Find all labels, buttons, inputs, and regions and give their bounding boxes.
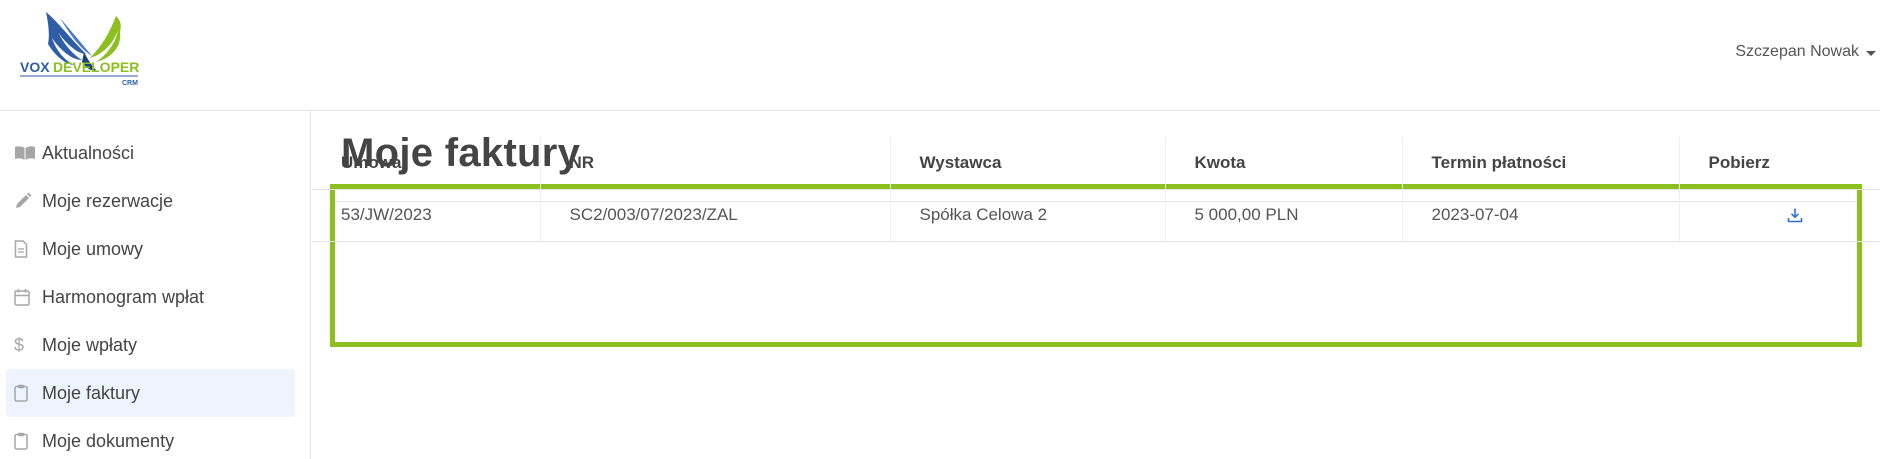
calendar-icon <box>14 286 42 308</box>
cell-kwota: 5 000,00 PLN <box>1165 189 1403 242</box>
sidebar-item-label: Moje umowy <box>42 238 144 259</box>
sidebar-item-moje-rezerwacje[interactable]: Moje rezerwacje <box>6 177 295 225</box>
pencil-icon <box>14 190 42 212</box>
sidebar-item-aktualnosci[interactable]: Aktualności <box>6 129 295 177</box>
column-header-umowa[interactable]: Umowa <box>312 137 541 190</box>
invoices-table: Umowa NR Wystawca Kwota Termin płatności… <box>312 137 1880 242</box>
sidebar-item-label: Aktualności <box>42 142 135 163</box>
column-header-termin[interactable]: Termin płatności <box>1402 137 1680 190</box>
svg-text:$: $ <box>14 335 24 355</box>
logo-text-developer: DEVELOPER <box>53 59 139 75</box>
sidebar-item-label: Harmonogram wpłat <box>42 286 205 307</box>
sidebar: Aktualności Moje rezerwacje Moje umowy H… <box>0 111 311 459</box>
top-bar: VOX DEVELOPER CRM Szczepan Nowak <box>0 0 1880 111</box>
user-menu[interactable]: Szczepan Nowak <box>1735 42 1880 62</box>
book-open-icon <box>14 142 42 164</box>
table-row: 53/JW/2023 SC2/003/07/2023/ZAL Spółka Ce… <box>312 189 1880 242</box>
column-header-kwota[interactable]: Kwota <box>1165 137 1403 190</box>
sidebar-item-label: Moje dokumenty <box>42 430 175 451</box>
sidebar-item-label: Moje rezerwacje <box>42 190 174 211</box>
column-header-nr[interactable]: NR <box>540 137 891 190</box>
sidebar-item-moje-umowy[interactable]: Moje umowy <box>6 225 295 273</box>
sidebar-item-label: Moje wpłaty <box>42 334 138 355</box>
sidebar-item-harmonogram-wplat[interactable]: Harmonogram wpłat <box>6 273 295 321</box>
voxdeveloper-logo[interactable]: VOX DEVELOPER CRM <box>20 10 170 96</box>
table-header-row: Umowa NR Wystawca Kwota Termin płatności… <box>312 137 1880 190</box>
clipboard-icon <box>14 430 42 452</box>
caret-down-icon <box>1866 50 1876 56</box>
sidebar-item-moje-faktury[interactable]: Moje faktury <box>6 369 295 417</box>
clipboard-icon <box>14 382 42 404</box>
logo-graphic: VOX DEVELOPER CRM <box>20 12 139 87</box>
cell-termin: 2023-07-04 <box>1402 189 1680 242</box>
cell-pobierz <box>1679 189 1880 242</box>
cell-nr: SC2/003/07/2023/ZAL <box>540 189 891 242</box>
cell-umowa: 53/JW/2023 <box>312 189 541 242</box>
download-icon[interactable] <box>1783 203 1807 227</box>
column-header-pobierz: Pobierz <box>1679 137 1880 190</box>
main-content: Moje faktury Umowa NR Wystawca Kwota Ter… <box>312 111 1880 459</box>
document-icon <box>14 238 42 260</box>
sidebar-item-moje-wplaty[interactable]: $ Moje wpłaty <box>6 321 295 369</box>
user-name: Szczepan Nowak <box>1735 43 1859 60</box>
sidebar-item-label: Moje faktury <box>42 382 141 403</box>
column-header-wystawca[interactable]: Wystawca <box>890 137 1166 190</box>
logo-text-crm: CRM <box>122 80 138 87</box>
dollar-icon: $ <box>14 334 42 356</box>
logo-text-vox: VOX <box>20 59 50 75</box>
cell-wystawca: Spółka Celowa 2 <box>890 189 1166 242</box>
sidebar-item-moje-dokumenty[interactable]: Moje dokumenty <box>6 417 295 459</box>
